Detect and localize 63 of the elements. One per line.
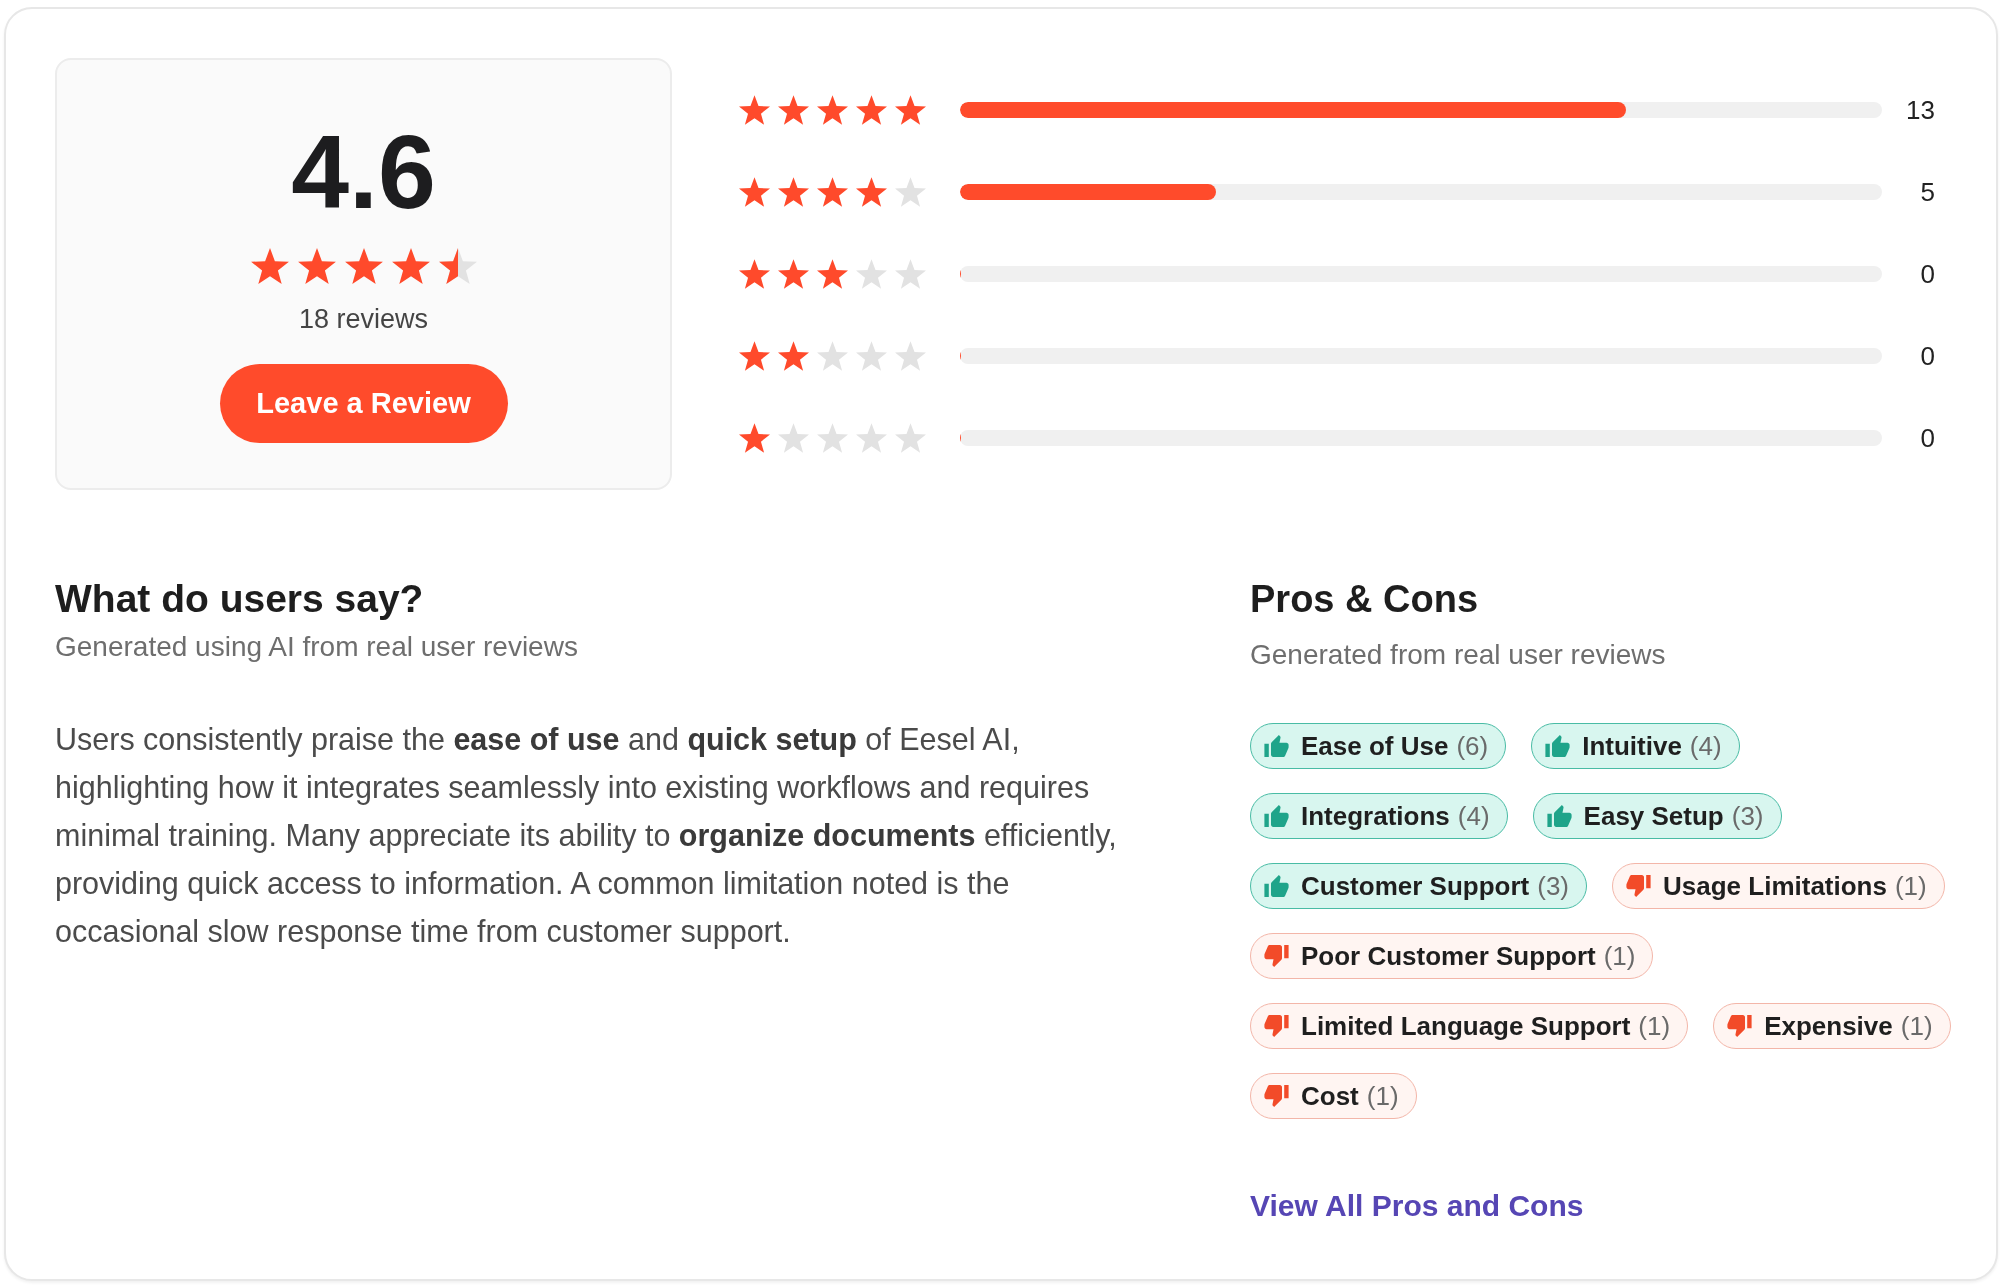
rating-score: 4.6 (291, 120, 436, 224)
rating-count: 0 (1920, 422, 1935, 455)
view-all-link[interactable]: View All Pros and Cons (1250, 1186, 1584, 1226)
star-icon (250, 248, 289, 284)
star-icon (856, 95, 887, 125)
star-icon (778, 95, 809, 125)
pro-tag[interactable]: Customer Support (3) (1250, 863, 1587, 909)
star-icon (391, 248, 430, 284)
review-count-label: 18 reviews (298, 303, 429, 336)
thumbs-down-icon (1264, 1085, 1289, 1107)
con-tag[interactable]: Cost (1) (1250, 1073, 1417, 1119)
empty-star-icon (895, 423, 926, 453)
thumbs-up-icon (1264, 875, 1289, 897)
star-icon (739, 259, 770, 289)
thumbs-down-icon (1727, 1015, 1753, 1037)
con-tag[interactable]: Poor Customer Support (1) (1250, 933, 1654, 979)
star-icon (739, 341, 770, 371)
star-icon (817, 95, 848, 125)
star-icon (895, 95, 926, 125)
star-icon (739, 95, 770, 125)
half-star-icon (438, 248, 477, 284)
rating-count: 13 (1906, 94, 1935, 127)
star-icon (778, 177, 809, 207)
empty-star-icon (856, 259, 887, 289)
star-icon (344, 248, 383, 284)
summary-text: Users consistently praise the ease of use and quick setup of Eesel AI, highlighting how it integrates seamlessly into existing workflows and requires minimal training. Many appreciate its ability to organize documents efficiently, providing quick access to information. A common limitation noted is the occasional slow response time from customer support. (55, 721, 1118, 951)
thumbs-down-icon (1264, 1015, 1289, 1037)
thumbs-up-icon (1545, 735, 1571, 757)
rating-count: 5 (1920, 176, 1935, 209)
section-title: What do users say? (55, 576, 424, 622)
pro-tag[interactable]: Intuitive (4) (1531, 723, 1740, 769)
star-icon (778, 259, 809, 289)
section-title: Pros & Cons (1250, 577, 1479, 622)
thumbs-up-icon (1264, 805, 1289, 827)
star-icon (739, 177, 770, 207)
section-subtitle: Generated using AI from real user reviews (55, 630, 578, 664)
thumbs-down-icon (1626, 875, 1651, 897)
empty-star-icon (817, 423, 848, 453)
star-icon (739, 423, 770, 453)
pro-tag[interactable]: Ease of Use (6) (1250, 723, 1507, 769)
empty-star-icon (895, 341, 926, 371)
empty-star-icon (895, 259, 926, 289)
empty-star-icon (895, 177, 926, 207)
empty-star-icon (778, 423, 809, 453)
thumbs-down-icon (1264, 945, 1289, 967)
con-tag[interactable]: Expensive (1) (1713, 1003, 1951, 1049)
section-subtitle: Generated from real user reviews (1250, 638, 1666, 672)
star-icon (817, 177, 848, 207)
con-tag[interactable]: Limited Language Support (1) (1250, 1003, 1689, 1049)
con-tag[interactable]: Usage Limitations (1) (1612, 863, 1945, 909)
star-icon (817, 259, 848, 289)
empty-star-icon (817, 341, 848, 371)
pro-tag[interactable]: Integrations (4) (1250, 793, 1508, 839)
thumbs-up-icon (1264, 735, 1289, 757)
rating-count: 0 (1920, 340, 1935, 373)
star-icon (856, 177, 887, 207)
star-icon (778, 341, 809, 371)
pro-tag[interactable]: Easy Setup (3) (1532, 793, 1782, 839)
thumbs-up-icon (1546, 805, 1572, 827)
empty-star-icon (856, 423, 887, 453)
star-icon (297, 248, 336, 284)
empty-star-icon (856, 341, 887, 371)
rating-count: 0 (1920, 258, 1935, 291)
